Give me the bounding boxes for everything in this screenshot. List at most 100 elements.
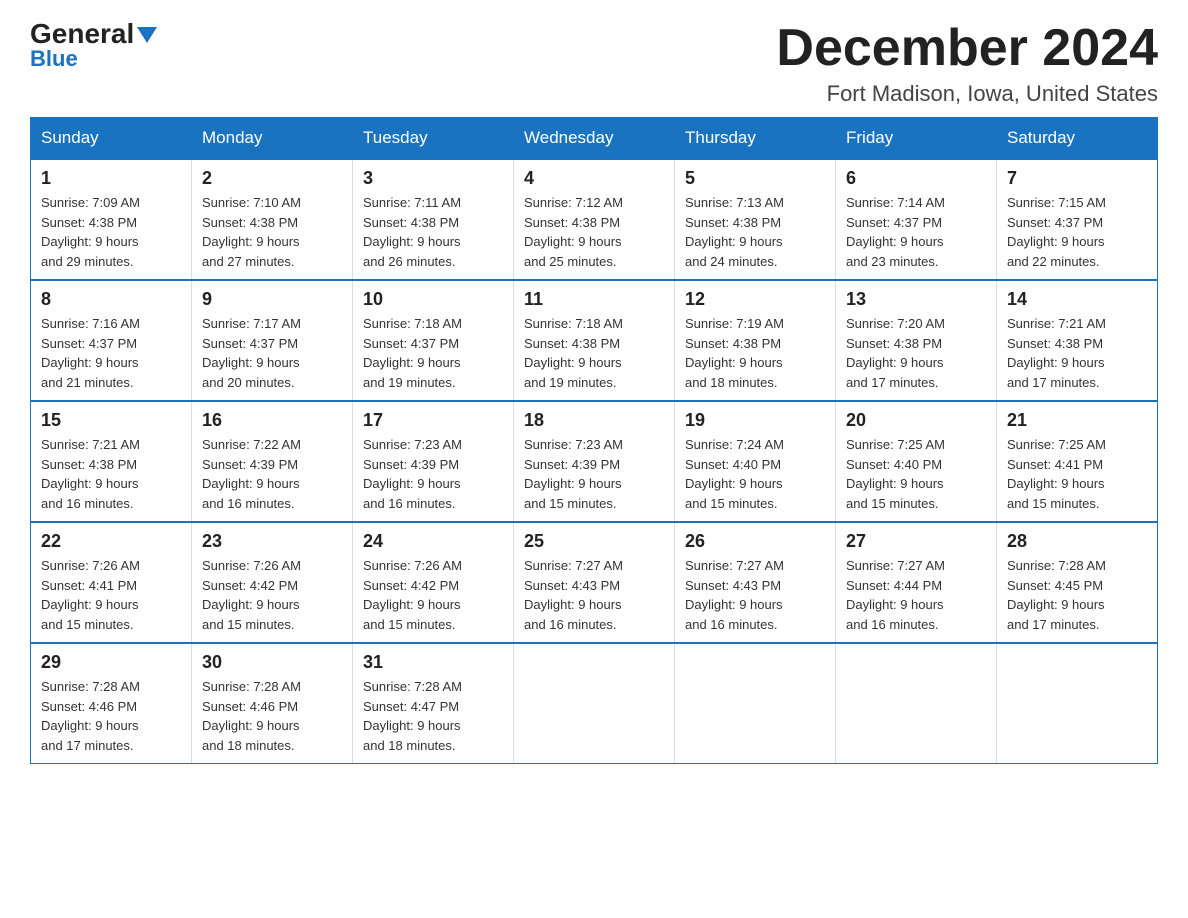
calendar-cell: 16 Sunrise: 7:22 AM Sunset: 4:39 PM Dayl…: [192, 401, 353, 522]
day-info: Sunrise: 7:11 AM Sunset: 4:38 PM Dayligh…: [363, 193, 503, 271]
day-number: 19: [685, 410, 825, 431]
day-info: Sunrise: 7:23 AM Sunset: 4:39 PM Dayligh…: [363, 435, 503, 513]
day-number: 24: [363, 531, 503, 552]
calendar-cell: 20 Sunrise: 7:25 AM Sunset: 4:40 PM Dayl…: [836, 401, 997, 522]
day-number: 9: [202, 289, 342, 310]
calendar-cell: 18 Sunrise: 7:23 AM Sunset: 4:39 PM Dayl…: [514, 401, 675, 522]
header-thursday: Thursday: [675, 118, 836, 160]
header-wednesday: Wednesday: [514, 118, 675, 160]
day-info: Sunrise: 7:13 AM Sunset: 4:38 PM Dayligh…: [685, 193, 825, 271]
day-number: 12: [685, 289, 825, 310]
day-number: 1: [41, 168, 181, 189]
day-info: Sunrise: 7:27 AM Sunset: 4:43 PM Dayligh…: [685, 556, 825, 634]
day-info: Sunrise: 7:18 AM Sunset: 4:37 PM Dayligh…: [363, 314, 503, 392]
calendar-cell: 26 Sunrise: 7:27 AM Sunset: 4:43 PM Dayl…: [675, 522, 836, 643]
day-number: 21: [1007, 410, 1147, 431]
day-info: Sunrise: 7:12 AM Sunset: 4:38 PM Dayligh…: [524, 193, 664, 271]
day-number: 15: [41, 410, 181, 431]
week-row-1: 1 Sunrise: 7:09 AM Sunset: 4:38 PM Dayli…: [31, 159, 1158, 280]
day-info: Sunrise: 7:28 AM Sunset: 4:45 PM Dayligh…: [1007, 556, 1147, 634]
day-number: 25: [524, 531, 664, 552]
day-number: 18: [524, 410, 664, 431]
day-number: 20: [846, 410, 986, 431]
header-tuesday: Tuesday: [353, 118, 514, 160]
day-info: Sunrise: 7:19 AM Sunset: 4:38 PM Dayligh…: [685, 314, 825, 392]
calendar-cell: 15 Sunrise: 7:21 AM Sunset: 4:38 PM Dayl…: [31, 401, 192, 522]
day-info: Sunrise: 7:25 AM Sunset: 4:41 PM Dayligh…: [1007, 435, 1147, 513]
calendar-cell: 30 Sunrise: 7:28 AM Sunset: 4:46 PM Dayl…: [192, 643, 353, 764]
calendar-cell: [836, 643, 997, 764]
calendar-cell: 6 Sunrise: 7:14 AM Sunset: 4:37 PM Dayli…: [836, 159, 997, 280]
day-info: Sunrise: 7:09 AM Sunset: 4:38 PM Dayligh…: [41, 193, 181, 271]
day-number: 30: [202, 652, 342, 673]
calendar-cell: 4 Sunrise: 7:12 AM Sunset: 4:38 PM Dayli…: [514, 159, 675, 280]
day-info: Sunrise: 7:18 AM Sunset: 4:38 PM Dayligh…: [524, 314, 664, 392]
day-number: 7: [1007, 168, 1147, 189]
day-info: Sunrise: 7:27 AM Sunset: 4:44 PM Dayligh…: [846, 556, 986, 634]
calendar-cell: 19 Sunrise: 7:24 AM Sunset: 4:40 PM Dayl…: [675, 401, 836, 522]
calendar-cell: 12 Sunrise: 7:19 AM Sunset: 4:38 PM Dayl…: [675, 280, 836, 401]
day-number: 31: [363, 652, 503, 673]
day-info: Sunrise: 7:20 AM Sunset: 4:38 PM Dayligh…: [846, 314, 986, 392]
day-info: Sunrise: 7:10 AM Sunset: 4:38 PM Dayligh…: [202, 193, 342, 271]
day-number: 8: [41, 289, 181, 310]
day-number: 5: [685, 168, 825, 189]
calendar-cell: 3 Sunrise: 7:11 AM Sunset: 4:38 PM Dayli…: [353, 159, 514, 280]
calendar-cell: 17 Sunrise: 7:23 AM Sunset: 4:39 PM Dayl…: [353, 401, 514, 522]
day-number: 13: [846, 289, 986, 310]
calendar-cell: 9 Sunrise: 7:17 AM Sunset: 4:37 PM Dayli…: [192, 280, 353, 401]
day-info: Sunrise: 7:27 AM Sunset: 4:43 PM Dayligh…: [524, 556, 664, 634]
calendar-cell: 21 Sunrise: 7:25 AM Sunset: 4:41 PM Dayl…: [997, 401, 1158, 522]
day-number: 11: [524, 289, 664, 310]
day-info: Sunrise: 7:23 AM Sunset: 4:39 PM Dayligh…: [524, 435, 664, 513]
day-info: Sunrise: 7:14 AM Sunset: 4:37 PM Dayligh…: [846, 193, 986, 271]
week-row-5: 29 Sunrise: 7:28 AM Sunset: 4:46 PM Dayl…: [31, 643, 1158, 764]
day-number: 14: [1007, 289, 1147, 310]
calendar-cell: 22 Sunrise: 7:26 AM Sunset: 4:41 PM Dayl…: [31, 522, 192, 643]
logo-blue-text: Blue: [30, 46, 78, 72]
day-info: Sunrise: 7:26 AM Sunset: 4:41 PM Dayligh…: [41, 556, 181, 634]
day-info: Sunrise: 7:21 AM Sunset: 4:38 PM Dayligh…: [1007, 314, 1147, 392]
location: Fort Madison, Iowa, United States: [776, 81, 1158, 107]
calendar-cell: 7 Sunrise: 7:15 AM Sunset: 4:37 PM Dayli…: [997, 159, 1158, 280]
day-info: Sunrise: 7:28 AM Sunset: 4:46 PM Dayligh…: [202, 677, 342, 755]
header-monday: Monday: [192, 118, 353, 160]
week-row-3: 15 Sunrise: 7:21 AM Sunset: 4:38 PM Dayl…: [31, 401, 1158, 522]
day-number: 17: [363, 410, 503, 431]
day-info: Sunrise: 7:28 AM Sunset: 4:46 PM Dayligh…: [41, 677, 181, 755]
calendar-cell: 31 Sunrise: 7:28 AM Sunset: 4:47 PM Dayl…: [353, 643, 514, 764]
calendar-cell: 10 Sunrise: 7:18 AM Sunset: 4:37 PM Dayl…: [353, 280, 514, 401]
logo: General Blue: [30, 20, 157, 72]
day-number: 16: [202, 410, 342, 431]
day-number: 23: [202, 531, 342, 552]
calendar-cell: [675, 643, 836, 764]
day-number: 2: [202, 168, 342, 189]
day-info: Sunrise: 7:16 AM Sunset: 4:37 PM Dayligh…: [41, 314, 181, 392]
day-number: 4: [524, 168, 664, 189]
day-info: Sunrise: 7:26 AM Sunset: 4:42 PM Dayligh…: [363, 556, 503, 634]
day-number: 6: [846, 168, 986, 189]
calendar-cell: 25 Sunrise: 7:27 AM Sunset: 4:43 PM Dayl…: [514, 522, 675, 643]
calendar-cell: 23 Sunrise: 7:26 AM Sunset: 4:42 PM Dayl…: [192, 522, 353, 643]
calendar-cell: 14 Sunrise: 7:21 AM Sunset: 4:38 PM Dayl…: [997, 280, 1158, 401]
day-info: Sunrise: 7:17 AM Sunset: 4:37 PM Dayligh…: [202, 314, 342, 392]
calendar-cell: 8 Sunrise: 7:16 AM Sunset: 4:37 PM Dayli…: [31, 280, 192, 401]
calendar-cell: 11 Sunrise: 7:18 AM Sunset: 4:38 PM Dayl…: [514, 280, 675, 401]
calendar-cell: 29 Sunrise: 7:28 AM Sunset: 4:46 PM Dayl…: [31, 643, 192, 764]
header-friday: Friday: [836, 118, 997, 160]
week-row-4: 22 Sunrise: 7:26 AM Sunset: 4:41 PM Dayl…: [31, 522, 1158, 643]
week-row-2: 8 Sunrise: 7:16 AM Sunset: 4:37 PM Dayli…: [31, 280, 1158, 401]
calendar-cell: 13 Sunrise: 7:20 AM Sunset: 4:38 PM Dayl…: [836, 280, 997, 401]
day-info: Sunrise: 7:22 AM Sunset: 4:39 PM Dayligh…: [202, 435, 342, 513]
calendar-cell: 24 Sunrise: 7:26 AM Sunset: 4:42 PM Dayl…: [353, 522, 514, 643]
title-block: December 2024 Fort Madison, Iowa, United…: [776, 20, 1158, 107]
day-number: 10: [363, 289, 503, 310]
month-title: December 2024: [776, 20, 1158, 77]
day-number: 27: [846, 531, 986, 552]
header-saturday: Saturday: [997, 118, 1158, 160]
calendar-header-row: SundayMondayTuesdayWednesdayThursdayFrid…: [31, 118, 1158, 160]
day-number: 26: [685, 531, 825, 552]
header-sunday: Sunday: [31, 118, 192, 160]
calendar-cell: 5 Sunrise: 7:13 AM Sunset: 4:38 PM Dayli…: [675, 159, 836, 280]
calendar-cell: 28 Sunrise: 7:28 AM Sunset: 4:45 PM Dayl…: [997, 522, 1158, 643]
